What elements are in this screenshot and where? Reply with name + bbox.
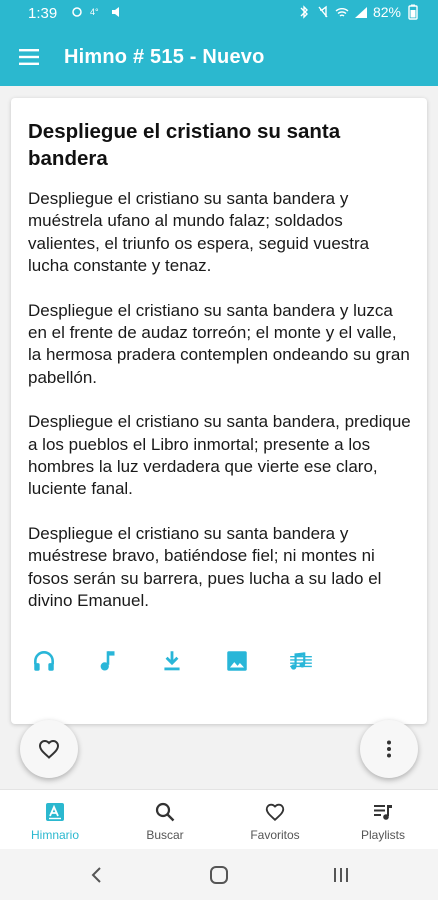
verse-4: Despliegue el cristiano su santa bandera… xyxy=(28,523,382,611)
hymn-verses: Despliegue el cristiano su santa bandera… xyxy=(28,188,414,635)
verse-3: Despliegue el cristiano su santa bandera… xyxy=(28,412,411,499)
battery-percent: 82% xyxy=(372,4,401,20)
notification-icons: 4° xyxy=(70,4,124,20)
nav-label-favoritos: Favoritos xyxy=(250,828,300,842)
verse-2: Despliegue el cristiano su santa bandera… xyxy=(28,300,410,387)
playlist-icon xyxy=(374,805,392,820)
verse-1: Despliegue el cristiano su santa bandera… xyxy=(28,189,370,276)
nav-item-himnario[interactable]: Himnario xyxy=(0,790,110,850)
music-note-icon[interactable] xyxy=(95,648,121,674)
page-title: Himno # 515 - Nuevo xyxy=(64,46,265,68)
nav-item-favoritos[interactable]: Favoritos xyxy=(220,790,330,850)
nav-item-buscar[interactable]: Buscar xyxy=(110,790,220,850)
recent-apps-icon[interactable] xyxy=(329,863,353,887)
heart-icon xyxy=(265,803,285,822)
download-icon[interactable] xyxy=(159,648,185,674)
svg-text:4°: 4° xyxy=(90,7,99,17)
heart-outline-icon xyxy=(38,739,60,759)
headphones-icon[interactable] xyxy=(31,648,57,674)
nav-label-playlists: Playlists xyxy=(360,828,405,842)
search-icon xyxy=(155,802,175,822)
back-icon[interactable] xyxy=(85,863,109,887)
bottom-navigation: Himnario Buscar Favoritos Playlists xyxy=(0,789,438,849)
nav-label-himnario: Himnario xyxy=(30,828,79,842)
nav-label-buscar: Buscar xyxy=(146,828,184,842)
hymn-card: Despliegue el cristiano su santa bandera… xyxy=(11,98,427,724)
menu-icon[interactable] xyxy=(18,46,40,68)
status-time: 1:39 xyxy=(28,5,58,22)
status-right: 82% xyxy=(297,4,420,20)
wifi-icon xyxy=(335,8,349,17)
hymnal-icon xyxy=(46,803,64,821)
more-options-button[interactable] xyxy=(360,720,418,778)
hymn-actions xyxy=(31,648,331,674)
image-icon[interactable] xyxy=(224,648,250,674)
system-navigation-bar xyxy=(0,849,438,900)
more-vert-icon xyxy=(387,740,391,758)
nav-item-playlists[interactable]: Playlists xyxy=(328,790,438,850)
volume-icon xyxy=(112,7,119,17)
notification-icon xyxy=(72,7,82,17)
bluetooth-icon xyxy=(300,5,308,19)
home-icon[interactable] xyxy=(207,863,231,887)
hymn-title: Despliegue el cristiano su santa bandera xyxy=(28,120,341,170)
status-bar: 1:39 4° 82% xyxy=(0,0,438,28)
mute-icon xyxy=(318,5,328,18)
signal-icon xyxy=(354,7,367,18)
app-bar: Himno # 515 - Nuevo xyxy=(0,28,438,86)
battery-icon xyxy=(408,4,418,20)
favorite-button[interactable] xyxy=(20,720,78,778)
sheet-music-icon[interactable] xyxy=(288,648,314,674)
temperature-icon: 4° xyxy=(90,7,99,17)
